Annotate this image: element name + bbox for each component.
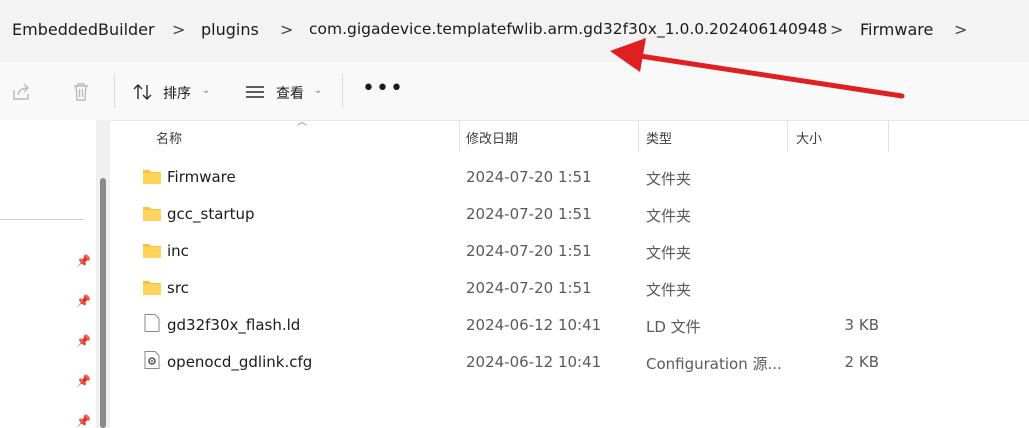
chevron-down-icon[interactable]: ⌄: [202, 85, 210, 96]
pin-icon[interactable]: 📌: [76, 254, 91, 268]
file-name: src: [167, 279, 189, 297]
pin-icon[interactable]: 📌: [76, 374, 91, 388]
chevron-down-icon[interactable]: ⌄: [314, 85, 322, 96]
toolbar-divider: [342, 74, 343, 108]
breadcrumb-separator[interactable]: >: [830, 20, 843, 39]
file-date: 2024-07-20 1:51: [466, 279, 592, 297]
file-name: inc: [167, 242, 189, 260]
delete-icon[interactable]: [70, 81, 92, 103]
sort-icon[interactable]: [132, 81, 154, 103]
command-toolbar: 排序 ⌄ 查看 ⌄ •••: [0, 62, 1029, 121]
view-icon[interactable]: [244, 81, 266, 103]
folder-icon: [143, 244, 161, 258]
file-name: Firmware: [167, 168, 236, 186]
more-options-button[interactable]: •••: [362, 76, 404, 101]
breadcrumb-separator[interactable]: >: [954, 20, 967, 39]
file-type: 文件夹: [646, 244, 692, 262]
nav-divider: [0, 219, 84, 220]
folder-icon: [143, 170, 161, 184]
file-date: 2024-06-12 10:41: [466, 353, 602, 371]
column-header-name[interactable]: 名称: [130, 120, 460, 152]
file-row[interactable]: openocd_gdlink.cfg 2024-06-12 10:41 Conf…: [130, 343, 930, 380]
folder-icon: [143, 207, 161, 221]
pin-icon[interactable]: 📌: [76, 334, 91, 348]
file-row[interactable]: src 2024-07-20 1:51 文件夹: [130, 269, 930, 306]
file-date: 2024-06-12 10:41: [466, 316, 602, 334]
breadcrumb-item-embeddedbuilder[interactable]: EmbeddedBuilder: [12, 20, 155, 39]
column-header-label: 名称: [156, 132, 183, 147]
file-row[interactable]: Firmware 2024-07-20 1:51 文件夹: [130, 158, 930, 195]
breadcrumb-item-plugins[interactable]: plugins: [201, 20, 259, 39]
toolbar-divider: [114, 74, 115, 108]
file-type: 文件夹: [646, 170, 692, 188]
file-type: LD 文件: [646, 318, 701, 336]
sort-button[interactable]: 排序: [163, 83, 191, 103]
column-header-size[interactable]: 大小: [788, 120, 888, 152]
file-date: 2024-07-20 1:51: [466, 242, 592, 260]
file-size: 3 KB: [844, 316, 879, 334]
column-header-label: 大小: [796, 132, 823, 147]
file-type: 文件夹: [646, 281, 692, 299]
config-file-icon: [144, 351, 160, 369]
column-resize-handle[interactable]: [888, 120, 889, 152]
file-size: 2 KB: [844, 353, 879, 371]
breadcrumb-separator[interactable]: >: [280, 20, 293, 39]
address-breadcrumb-bar[interactable]: EmbeddedBuilder > plugins > com.gigadevi…: [0, 0, 1029, 62]
breadcrumb-item-firmware[interactable]: Firmware: [860, 20, 933, 39]
share-icon[interactable]: [10, 81, 32, 103]
file-type: 文件夹: [646, 207, 692, 225]
file-row[interactable]: inc 2024-07-20 1:51 文件夹: [130, 232, 930, 269]
pin-icon[interactable]: 📌: [76, 294, 91, 308]
pin-icon[interactable]: 📌: [76, 414, 91, 428]
file-icon: [144, 314, 160, 332]
nav-scrollbar-thumb[interactable]: [100, 178, 106, 428]
file-date: 2024-07-20 1:51: [466, 168, 592, 186]
file-name: gcc_startup: [167, 205, 255, 223]
column-header-type[interactable]: 类型: [639, 120, 787, 152]
file-row[interactable]: gd32f30x_flash.ld 2024-06-12 10:41 LD 文件…: [130, 306, 930, 343]
column-header-date[interactable]: 修改日期: [460, 120, 638, 152]
file-type: Configuration 源...: [646, 355, 782, 373]
breadcrumb-separator[interactable]: >: [172, 20, 185, 39]
file-row[interactable]: gcc_startup 2024-07-20 1:51 文件夹: [130, 195, 930, 232]
breadcrumb-item-package[interactable]: com.gigadevice.templatefwlib.arm.gd32f30…: [309, 20, 827, 38]
navigation-pane: 📌 📌 📌 📌 📌: [0, 120, 96, 428]
file-date: 2024-07-20 1:51: [466, 205, 592, 223]
column-header-label: 类型: [646, 132, 673, 147]
column-header-label: 修改日期: [466, 132, 519, 147]
view-button[interactable]: 查看: [276, 83, 304, 103]
file-name: openocd_gdlink.cfg: [167, 353, 313, 371]
file-name: gd32f30x_flash.ld: [167, 316, 301, 334]
folder-icon: [143, 281, 161, 295]
